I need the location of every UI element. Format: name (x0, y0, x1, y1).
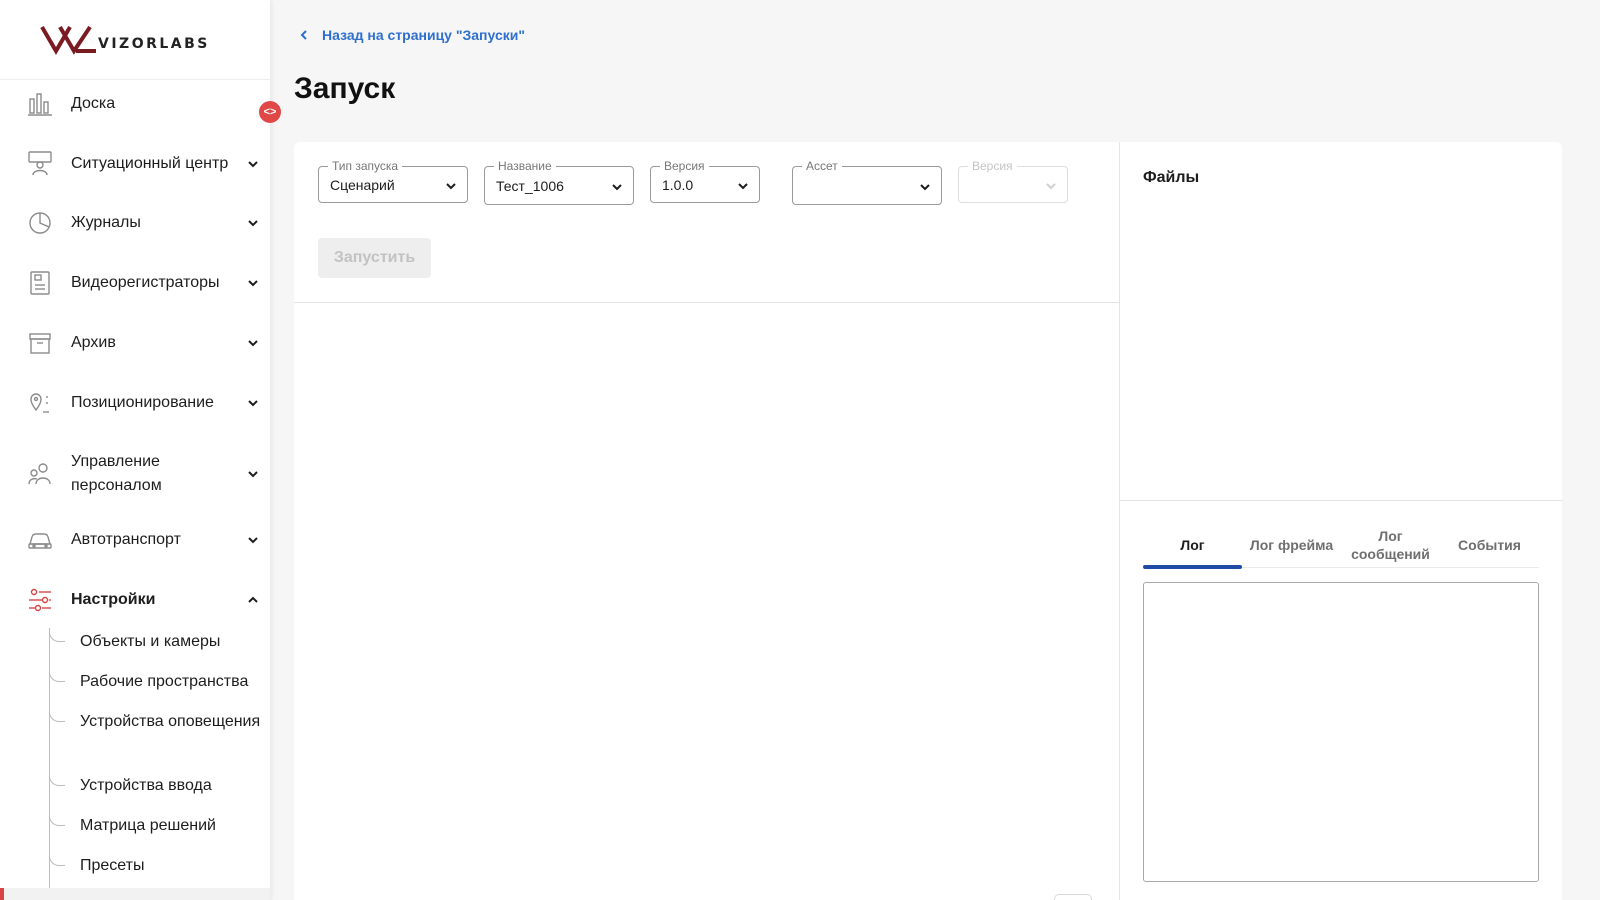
dashboard-chart-icon (26, 90, 54, 118)
sidebar-item-label: Журналы (71, 214, 141, 231)
tab-events[interactable]: События (1440, 522, 1539, 568)
sidebar-item-label: Доска (71, 95, 116, 112)
pie-chart-icon (26, 209, 54, 237)
files-title: Файлы (1143, 169, 1200, 186)
divider (1120, 500, 1563, 501)
sidebar-subitem-presets[interactable]: Пресеты (49, 852, 269, 878)
chevron-down-icon (919, 180, 931, 192)
tree-branch (49, 772, 65, 786)
chevron-down-icon[interactable] (246, 533, 260, 547)
files-log-panel: Файлы Лог Лог фрейма Лог сообщений Событ… (1119, 142, 1563, 900)
sidebar-item-journals[interactable]: Журналы (0, 211, 270, 235)
sidebar-item-dashboard[interactable]: Доска (0, 92, 270, 116)
settings-sliders-icon (26, 586, 54, 614)
back-to-launches-link[interactable]: Назад на страницу "Запуски" (298, 27, 525, 43)
sidebar-item-label: Ситуационный центр (71, 155, 229, 172)
field-value: Тест_1006 (496, 178, 564, 194)
sidebar-item-vehicles[interactable]: Автотранспорт (0, 528, 270, 552)
sidebar-item-label: Архив (71, 334, 116, 351)
sidebar-item-label: Позиционирование (71, 394, 214, 411)
chevron-down-icon (445, 179, 457, 191)
sidebar-subitem-alert-devices[interactable]: Устройства оповещения (49, 708, 269, 758)
asset-select[interactable]: Ассет (792, 159, 942, 205)
sidebar-item-situation-center[interactable]: Ситуационный центр (0, 151, 270, 176)
location-pin-icon (26, 389, 54, 417)
sidebar-item-archive[interactable]: Архив (0, 331, 270, 355)
chevron-left-icon (300, 30, 307, 40)
field-label: Ассет (802, 159, 842, 173)
sidebar: VIZORLABS Доска Ситуационный центр Журна… (0, 0, 270, 900)
sidebar-subitem-label: Объекты и камеры (80, 633, 221, 650)
chevron-down-icon[interactable] (246, 467, 260, 481)
chevron-down-icon[interactable] (246, 157, 260, 171)
tree-branch (49, 812, 65, 826)
archive-box-icon (26, 329, 54, 357)
tab-message-log[interactable]: Лог сообщений (1341, 522, 1440, 568)
sidebar-subitem-label: Устройства оповещения (80, 713, 261, 730)
launch-controls: Тип запуска Сценарий Название Тест_1006 … (294, 142, 1119, 303)
sidebar-collapse-button[interactable]: <> (259, 101, 281, 123)
chevron-down-icon (737, 179, 749, 191)
sidebar-item-label: Автотранспорт (71, 531, 181, 548)
tree-branch (49, 708, 65, 722)
launch-type-select[interactable]: Тип запуска Сценарий (318, 159, 468, 203)
car-icon (26, 526, 54, 554)
field-label: Тип запуска (328, 159, 403, 173)
chevron-down-icon[interactable] (246, 396, 260, 410)
people-icon (26, 460, 54, 488)
sidebar-item-positioning[interactable]: Позиционирование (0, 391, 270, 415)
back-link-label: Назад на страницу "Запуски" (322, 27, 525, 43)
sidebar-subitem-label: Рабочие пространства (80, 673, 249, 690)
sidebar-item-label: Управление персоналом (71, 453, 162, 494)
sidebar-item-label: Настройки (71, 591, 156, 608)
name-select[interactable]: Название Тест_1006 (484, 159, 634, 205)
brand-name: VIZORLABS (98, 35, 210, 52)
asset-version-select: Версия (958, 159, 1068, 203)
resize-handle[interactable] (1054, 894, 1092, 900)
tree-branch (49, 668, 65, 682)
field-value: Сценарий (330, 177, 395, 193)
field-label: Версия (660, 159, 709, 173)
page-title: Запуск (294, 72, 396, 105)
sidebar-subitem-label: Пресеты (80, 857, 145, 874)
field-label: Название (494, 159, 556, 173)
sidebar-next-item-highlight[interactable] (0, 888, 270, 900)
tab-frame-log[interactable]: Лог фрейма (1242, 522, 1341, 568)
situation-center-icon (26, 146, 54, 180)
sidebar-subitem-input-devices[interactable]: Устройства ввода (49, 772, 269, 798)
sidebar-item-settings[interactable]: Настройки (0, 588, 270, 612)
chevron-down-icon[interactable] (246, 336, 260, 350)
logo[interactable]: VIZORLABS (0, 0, 270, 80)
sidebar-item-label: Видеорегистраторы (71, 274, 220, 291)
run-button[interactable]: Запустить (318, 238, 431, 278)
vizorlabs-logo-icon (40, 25, 96, 55)
version-select[interactable]: Версия 1.0.0 (650, 159, 760, 203)
log-tabs: Лог Лог фрейма Лог сообщений События (1143, 522, 1539, 569)
chevron-down-icon[interactable] (246, 276, 260, 290)
video-recorder-icon (26, 269, 54, 297)
field-value: 1.0.0 (662, 177, 694, 193)
chevron-up-icon[interactable] (246, 593, 260, 607)
launch-panel: Тип запуска Сценарий Название Тест_1006 … (294, 142, 1119, 900)
chevron-down-icon[interactable] (246, 216, 260, 230)
tree-branch (49, 628, 65, 642)
sidebar-subitem-label: Устройства ввода (80, 777, 212, 794)
field-label: Версия (968, 159, 1017, 173)
tree-branch (49, 852, 65, 866)
chevron-down-icon (1045, 179, 1057, 191)
sidebar-subitem-objects-cameras[interactable]: Объекты и камеры (49, 628, 269, 654)
sidebar-item-video-recorders[interactable]: Видеорегистраторы (0, 271, 270, 295)
sidebar-subitem-decision-matrix[interactable]: Матрица решений (49, 812, 269, 838)
sidebar-subitem-workspaces[interactable]: Рабочие пространства (49, 668, 269, 694)
chevron-down-icon (611, 180, 623, 192)
active-indicator (0, 888, 4, 900)
sidebar-subitem-label: Матрица решений (80, 817, 216, 834)
tab-log[interactable]: Лог (1143, 522, 1242, 569)
log-output[interactable] (1143, 582, 1539, 882)
sidebar-item-staff-management[interactable]: Управление персоналом (0, 450, 270, 498)
